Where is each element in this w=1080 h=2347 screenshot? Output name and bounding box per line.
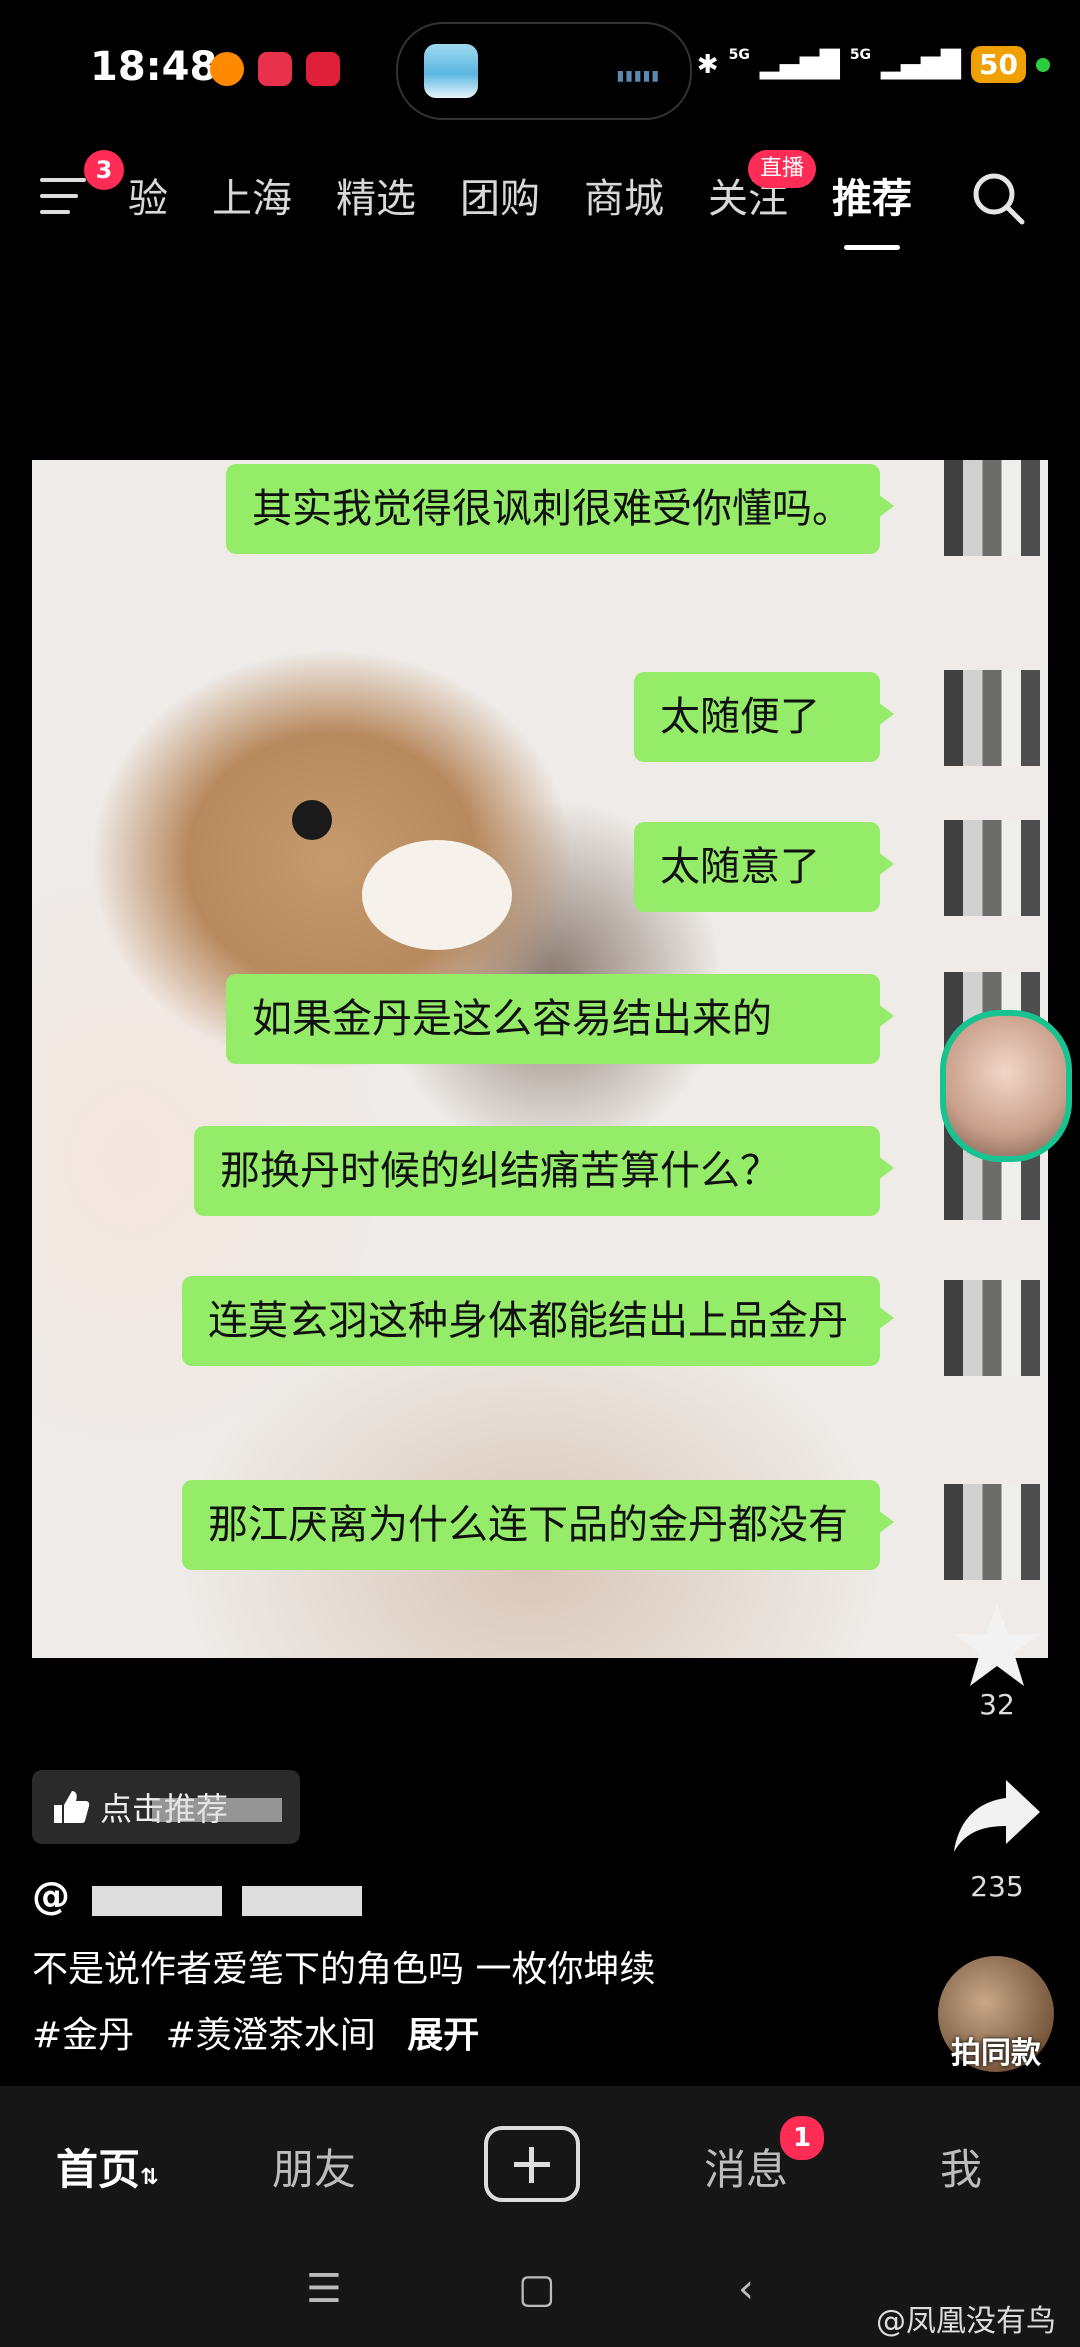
same-style-button[interactable]: 拍同款	[930, 2028, 1062, 2072]
nav-home[interactable]: 首页⇅	[56, 2136, 158, 2197]
chat-avatar	[944, 820, 1040, 916]
video-frame[interactable]: 其实我觉得很讽刺很难受你懂吗。 太随便了 太随意了 如果金丹是这么容易结出来的 …	[32, 460, 1048, 1658]
recents-icon[interactable]: ☰	[306, 2266, 342, 2312]
bear-muzzle	[362, 840, 512, 950]
share-arrow-icon[interactable]	[950, 1776, 1044, 1856]
chat-bubble: 连莫玄羽这种身体都能结出上品金丹	[182, 1276, 894, 1366]
weibo-app-icon	[210, 52, 244, 86]
tab-recommended[interactable]: 推荐	[832, 166, 912, 250]
bottom-nav: 首页⇅ 朋友 消息 1 我	[0, 2086, 1080, 2236]
chat-avatar	[944, 1484, 1040, 1580]
video-caption: 不是说作者爱笔下的角色吗 一枚你坤续	[32, 1949, 656, 1990]
signal-icon: ▂▄▆█	[759, 49, 840, 80]
chat-bubble: 如果金丹是这么容易结出来的	[226, 974, 894, 1064]
chat-bubble: 那换丹时候的纠结痛苦算什么？	[194, 1126, 894, 1216]
tab-experience[interactable]: 验	[128, 166, 168, 224]
hashtag[interactable]: #金丹	[32, 2015, 134, 2056]
tab-shanghai[interactable]: 上海	[212, 166, 292, 224]
redacted-mosaic	[92, 1886, 222, 1916]
chat-bubble: 太随便了	[634, 672, 894, 762]
author-name[interactable]: @	[32, 1874, 362, 1918]
bluetooth-icon: ✱	[696, 49, 719, 80]
chat-bubble: 太随意了	[634, 822, 894, 912]
battery-level: 50	[971, 46, 1026, 83]
top-nav: 3 验 上海 精选 团购 商城 关注 推荐 直播	[0, 150, 1080, 250]
chat-bubble: 其实我觉得很讽刺很难受你懂吗。	[226, 464, 894, 554]
create-plus-button[interactable]	[484, 2126, 580, 2202]
back-chevron-icon[interactable]: ‹	[738, 2266, 754, 2312]
chat-bubble: 那江厌离为什么连下品的金丹都没有	[182, 1480, 894, 1570]
hashtag[interactable]: #羡澄茶水间	[166, 2015, 376, 2056]
app-notification-icon	[258, 52, 292, 86]
author-at: @	[32, 1874, 70, 1918]
favorite-star-icon[interactable]	[950, 1600, 1044, 1690]
messages-badge: 1	[780, 2116, 824, 2160]
recommend-chip[interactable]: 点击推荐	[32, 1770, 300, 1844]
nav-home-label: 首页	[56, 2145, 141, 2194]
watermark: @凤凰没有鸟	[876, 2304, 1056, 2339]
chat-avatar	[944, 1280, 1040, 1376]
audio-wave-icon: ▮▮▮▮▮	[616, 68, 660, 84]
nav-messages[interactable]: 消息	[704, 2136, 788, 2197]
status-time: 18:48	[90, 44, 218, 90]
share-count: 235	[970, 1870, 1024, 1903]
chat-avatar	[944, 670, 1040, 766]
network-2: 5G	[849, 46, 872, 63]
tab-bar: 验 上海 精选 团购 商城 关注 推荐	[128, 166, 956, 250]
signal-icon-2: ▂▄▆█	[881, 49, 962, 80]
redacted-mosaic	[152, 1798, 282, 1822]
tab-mall[interactable]: 商城	[584, 166, 664, 224]
thumbs-up-icon	[54, 1791, 90, 1823]
tmall-app-icon	[306, 52, 340, 86]
menu-badge: 3	[84, 150, 124, 190]
tab-group-buy[interactable]: 团购	[460, 166, 540, 224]
redacted-mosaic	[242, 1886, 362, 1916]
hashtag-row: #金丹 #羡澄茶水间 展开	[32, 2006, 499, 2058]
dynamic-island[interactable]: ▮▮▮▮▮	[396, 22, 692, 120]
status-bar: 18:48 ▮▮▮▮▮ ✱ 5G ▂▄▆█ 5G ▂▄▆█ 50	[0, 0, 1080, 140]
nav-me[interactable]: 我	[940, 2136, 982, 2197]
bear-eye	[292, 800, 332, 840]
tab-featured[interactable]: 精选	[336, 166, 416, 224]
status-indicators: ✱ 5G ▂▄▆█ 5G ▂▄▆█ 50	[697, 46, 1050, 83]
nav-friends[interactable]: 朋友	[272, 2136, 356, 2197]
search-icon[interactable]	[968, 168, 1028, 228]
chat-avatar	[944, 460, 1040, 556]
favorite-count: 32	[979, 1688, 1015, 1721]
refresh-arrows-icon: ⇅	[140, 2165, 159, 2190]
media-thumbnail	[424, 44, 478, 98]
creator-avatar[interactable]	[940, 1010, 1072, 1162]
home-square-icon[interactable]: ▢	[518, 2266, 556, 2312]
live-badge: 直播	[748, 150, 817, 188]
network-1: 5G	[728, 46, 750, 63]
expand-button[interactable]: 展开	[407, 2015, 479, 2056]
privacy-dot	[1036, 57, 1050, 72]
menu-icon[interactable]	[40, 178, 86, 224]
